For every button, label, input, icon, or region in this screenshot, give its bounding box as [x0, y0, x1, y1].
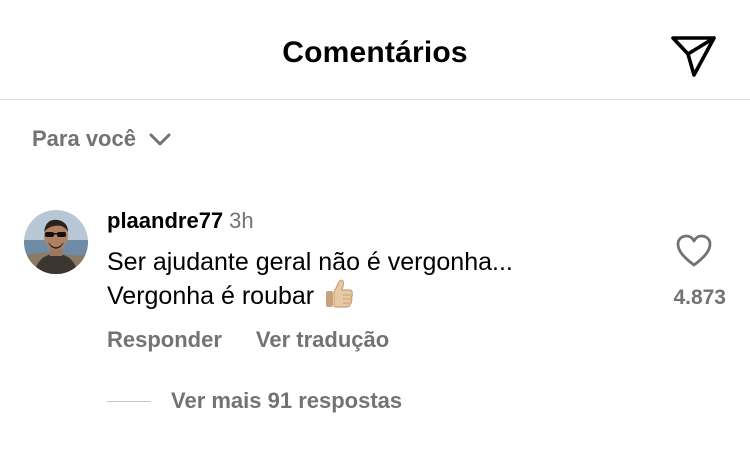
sort-filter-dropdown[interactable]: Para você [32, 126, 172, 152]
comment-time: 3h [229, 208, 254, 233]
send-button[interactable] [668, 30, 718, 80]
reply-button[interactable]: Responder [107, 327, 222, 353]
comment-text-line-1: Ser ajudante geral não é vergonha... [107, 248, 513, 276]
avatar[interactable] [24, 210, 88, 274]
profile-photo [24, 210, 88, 274]
thumbs-up-emoji-icon [326, 279, 354, 308]
like-count: 4.873 [673, 286, 726, 309]
paper-plane-icon [671, 36, 716, 77]
replies-divider [107, 400, 151, 402]
chevron-down-icon [149, 133, 171, 146]
comment-body: Ser ajudante geral não é vergonha... Ver… [107, 246, 513, 312]
comment-username[interactable]: plaandre77 [107, 208, 223, 233]
sort-filter-label: Para você [32, 126, 136, 151]
comment-actions: Responder Ver tradução [107, 327, 389, 353]
like-button[interactable] [676, 234, 712, 268]
heart-icon [676, 234, 712, 267]
comment-text-line-2: Vergonha é roubar [107, 282, 315, 310]
comment-text-line-2-row: Vergonha é roubar [107, 278, 513, 312]
see-translation-button[interactable]: Ver tradução [256, 327, 389, 353]
view-more-replies-button[interactable]: Ver mais 91 respostas [107, 388, 402, 414]
comment-meta: plaandre77 3h [107, 208, 254, 234]
page-title: Comentários [282, 36, 468, 69]
view-more-replies-label: Ver mais 91 respostas [171, 388, 403, 413]
comments-header: Comentários [0, 0, 750, 100]
